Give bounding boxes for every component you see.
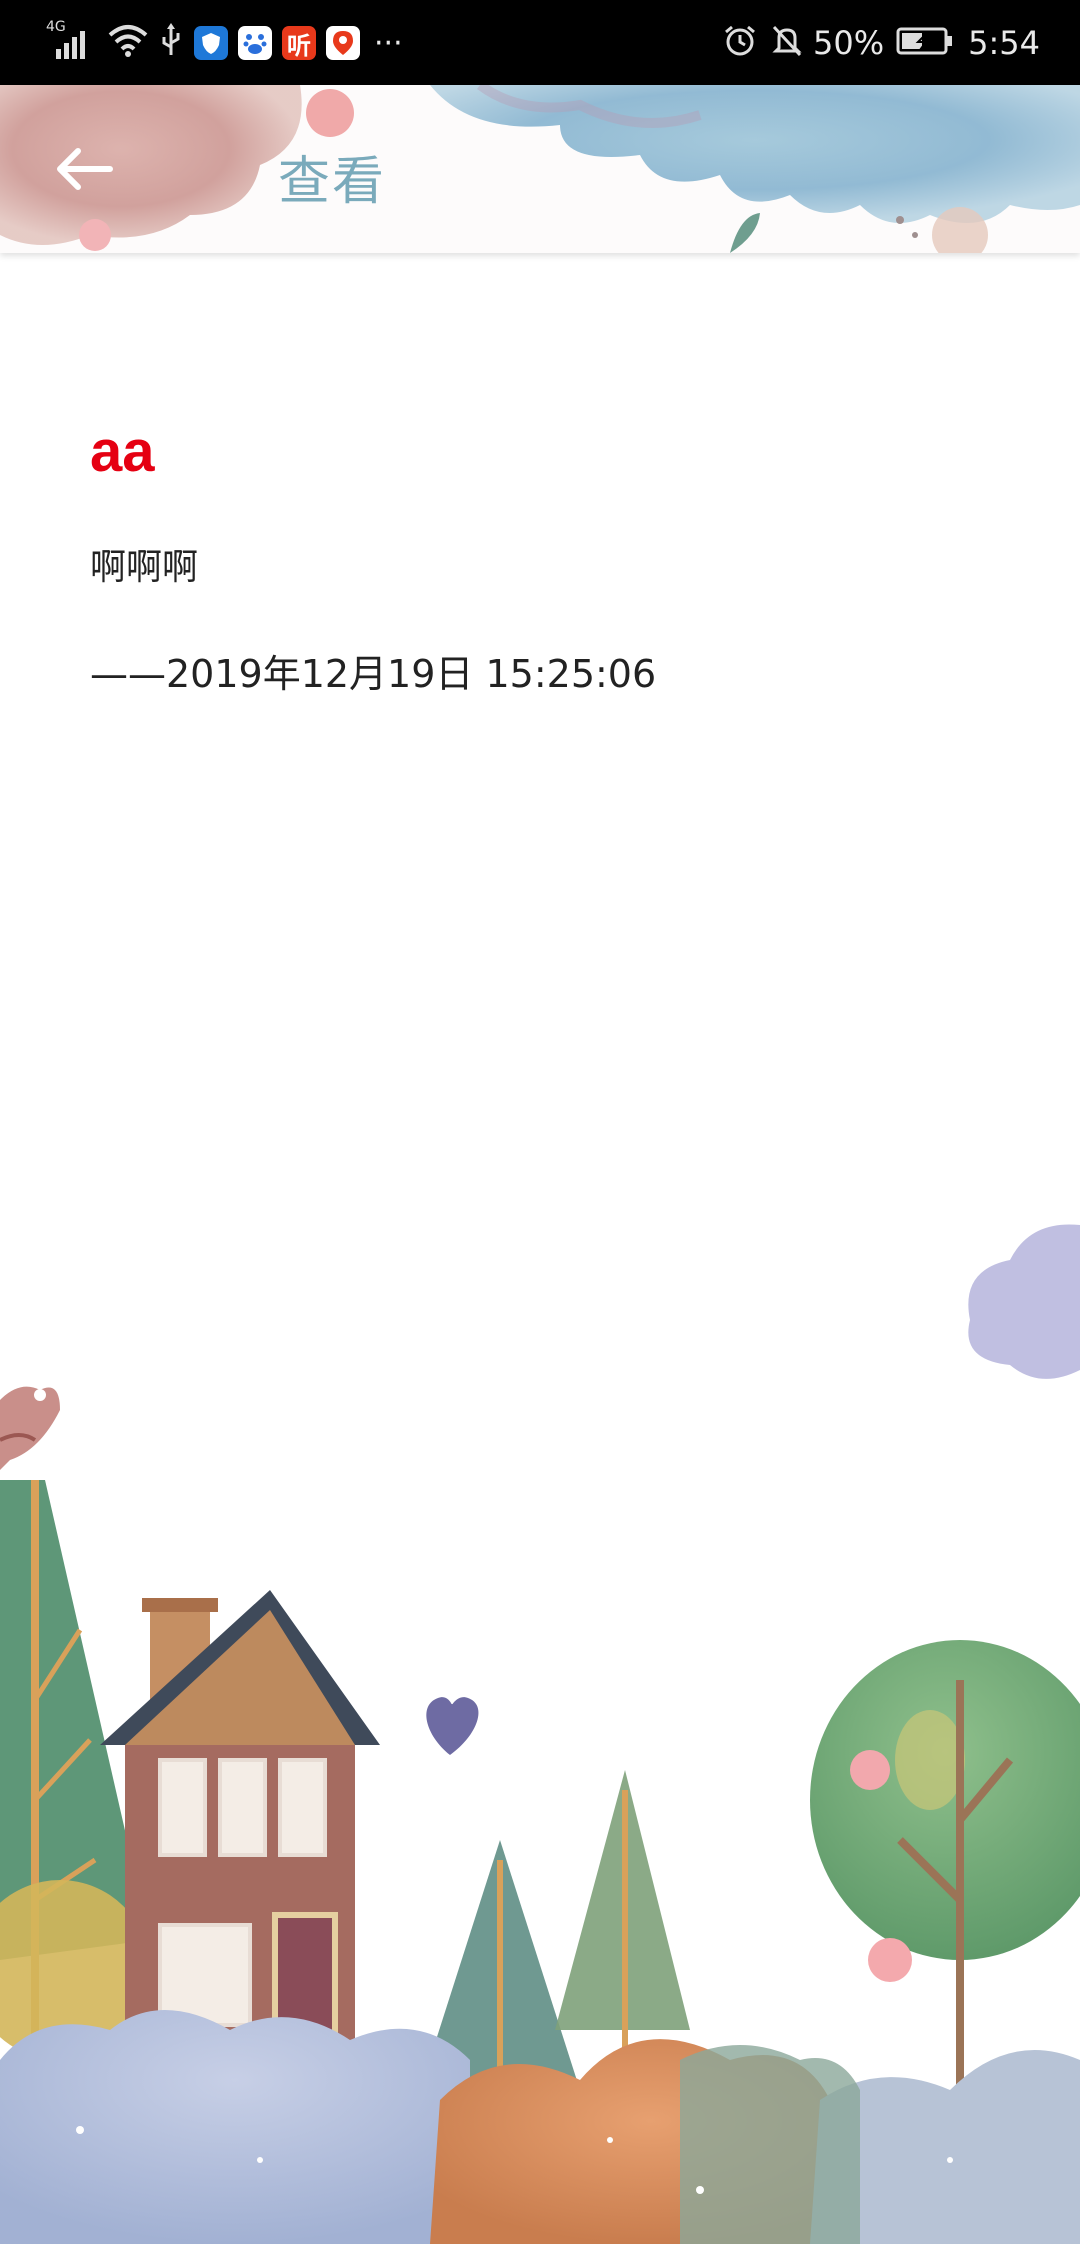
note-title: aa [90, 419, 155, 484]
bird-illustration [0, 1386, 60, 1470]
signal-icon: 4G [46, 19, 98, 63]
status-bar-left: 4G 听 ··· [46, 19, 403, 66]
note-date: ——2019年12月19日 15:25:06 [90, 652, 657, 696]
note-body: 啊啊啊 [90, 547, 199, 588]
clock: 5:54 [968, 24, 1040, 62]
house-illustration [100, 1590, 380, 2053]
map-app-icon [326, 26, 360, 60]
ting-app-icon: 听 [282, 26, 316, 60]
alarm-icon [723, 24, 757, 62]
note-detail: aa 啊啊啊 ——2019年12月19日 15:25:06 [90, 419, 990, 697]
battery-icon [896, 26, 954, 60]
back-button[interactable] [44, 135, 124, 203]
app-header: 查看 [0, 85, 1080, 253]
wifi-icon [108, 23, 148, 63]
arrow-left-icon [57, 148, 113, 190]
usb-icon [158, 23, 184, 63]
status-bar: 4G 听 ··· 50% 5:54 [0, 0, 1080, 85]
more-notifications: ··· [374, 25, 403, 61]
mute-icon [771, 24, 803, 62]
header-watercolor-decoration [0, 85, 1080, 253]
battery-percent: 50% [813, 24, 885, 62]
baidu-app-icon [238, 26, 272, 60]
ting-app-label: 听 [287, 31, 311, 60]
watercolor-village-illustration [0, 1224, 1080, 2244]
page-title: 查看 [278, 152, 387, 212]
shield-app-icon [194, 26, 228, 60]
network-type: 4G [46, 19, 66, 35]
status-bar-right: 50% 5:54 [723, 20, 1040, 66]
